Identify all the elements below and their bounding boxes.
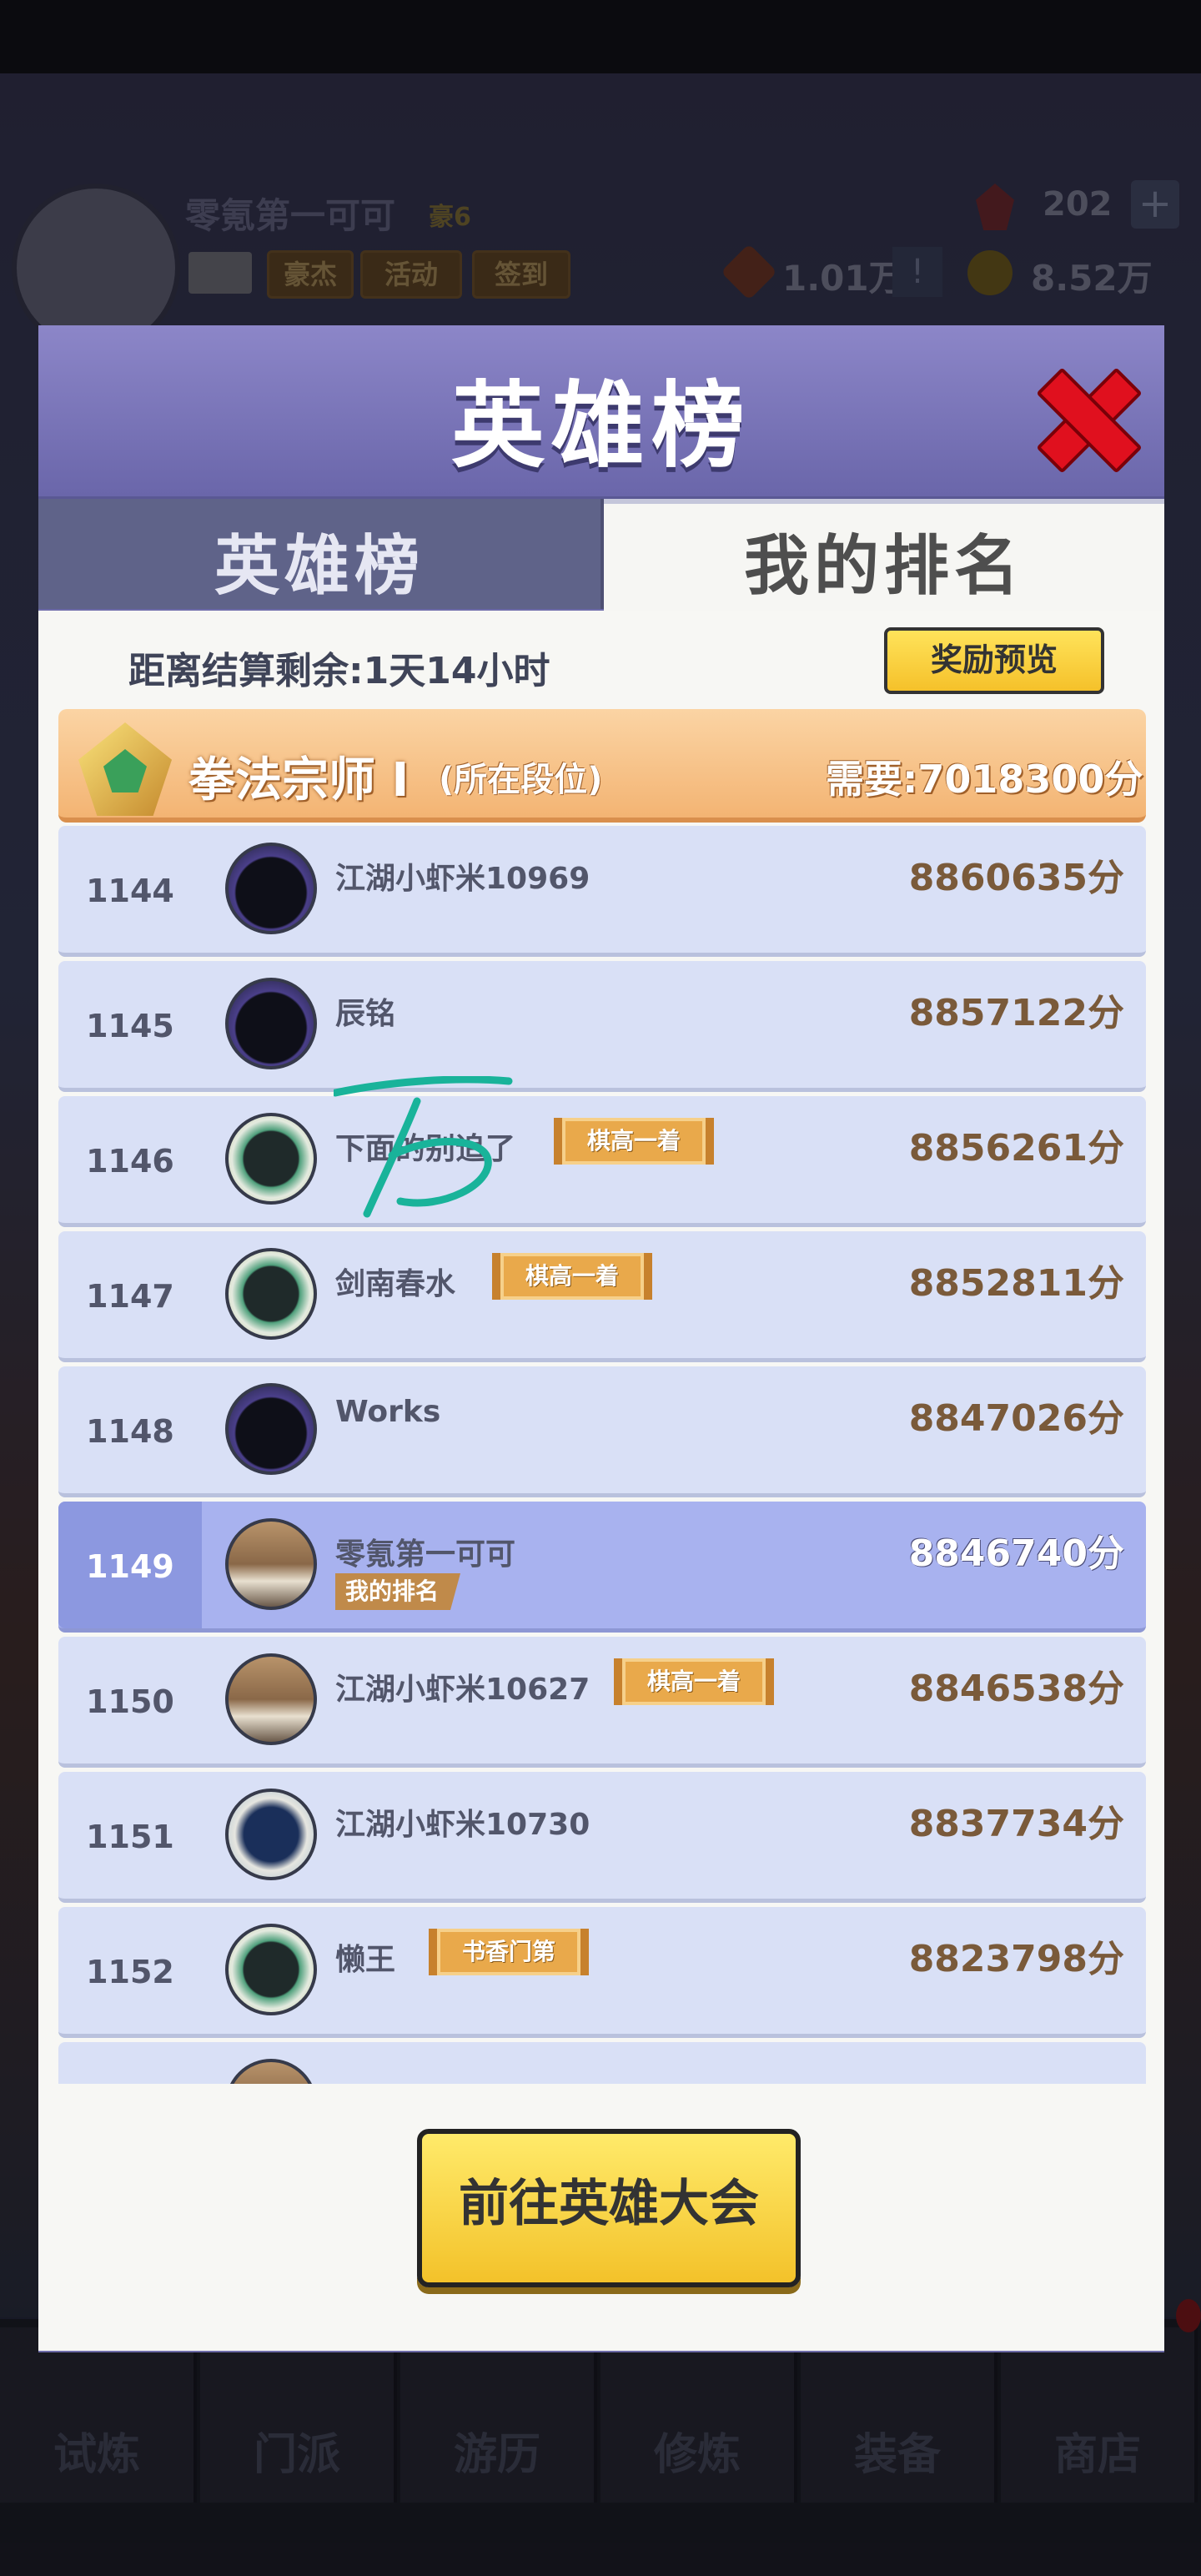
player-name: Works bbox=[335, 1395, 441, 1429]
modal-title: 英雄榜 bbox=[451, 372, 751, 480]
rank-row[interactable]: 1150 江湖小虾米10627 棋高一着 8846538分 bbox=[58, 1637, 1146, 1768]
rank-row[interactable] bbox=[58, 2042, 1146, 2084]
player-score: 8846740分 bbox=[908, 1532, 1124, 1575]
rank-cell: 1144 bbox=[58, 826, 202, 953]
go-to-hero-conference-button[interactable]: 前往英雄大会 bbox=[417, 2129, 801, 2287]
player-score: 8823798分 bbox=[908, 1938, 1124, 1980]
title-badge: 书香门第 bbox=[429, 1929, 590, 1975]
player-avatar[interactable] bbox=[225, 843, 317, 934]
tier-requirement: 需要:7018300分 bbox=[826, 757, 1143, 802]
rank-row[interactable]: 1145 辰铭 8857122分 bbox=[58, 961, 1146, 1092]
settlement-countdown: 距离结算剩余:1天14小时 bbox=[128, 650, 550, 692]
rank-row[interactable]: 1146 下面的别追了 棋高一着 8856261分 bbox=[58, 1096, 1146, 1227]
rank-cell: 1146 bbox=[58, 1096, 202, 1223]
player-name: 江湖小虾米10969 bbox=[335, 862, 590, 896]
player-avatar[interactable] bbox=[225, 978, 317, 1069]
title-badge: 棋高一着 bbox=[492, 1253, 653, 1300]
close-button[interactable] bbox=[1034, 367, 1134, 467]
my-rank-row[interactable]: 1149 零氪第一可可 我的排名 8846740分 bbox=[58, 1502, 1146, 1633]
reward-preview-button[interactable]: 奖励预览 bbox=[884, 627, 1104, 694]
rank-number: 1152 bbox=[86, 1954, 174, 1990]
rank-cell: 1145 bbox=[58, 961, 202, 1088]
player-score: 8847026分 bbox=[908, 1397, 1124, 1440]
title-badge: 棋高一着 bbox=[614, 1658, 775, 1705]
rank-row[interactable]: 1148 Works 8847026分 bbox=[58, 1366, 1146, 1497]
player-score: 8860635分 bbox=[908, 857, 1124, 899]
player-score: 8846538分 bbox=[908, 1668, 1124, 1710]
rank-cell: 1152 bbox=[58, 1907, 202, 2034]
player-avatar[interactable] bbox=[225, 1789, 317, 1880]
player-avatar[interactable] bbox=[225, 1248, 317, 1340]
rank-number: 1144 bbox=[86, 873, 174, 909]
rank-number: 1151 bbox=[86, 1819, 174, 1855]
tab-leaderboard-label: 英雄榜 bbox=[214, 529, 425, 604]
rank-number: 1147 bbox=[86, 1278, 174, 1315]
rank-list[interactable]: 1144 江湖小虾米10969 8860635分 1145 辰铭 8857122… bbox=[58, 826, 1146, 2084]
player-score: 8837734分 bbox=[908, 1803, 1124, 1845]
status-bar bbox=[0, 0, 1201, 73]
rank-number: 1145 bbox=[86, 1008, 174, 1044]
handwritten-scribble bbox=[334, 1076, 513, 1218]
rank-row[interactable]: 1144 江湖小虾米10969 8860635分 bbox=[58, 826, 1146, 957]
rank-cell: 1149 bbox=[58, 1502, 202, 1628]
player-score: 8857122分 bbox=[908, 992, 1124, 1034]
tier-note: (所在段位) bbox=[439, 761, 603, 799]
rank-cell: 1147 bbox=[58, 1231, 202, 1358]
player-score: 8852811分 bbox=[908, 1262, 1124, 1305]
rank-row[interactable]: 1151 江湖小虾米10730 8837734分 bbox=[58, 1772, 1146, 1903]
my-rank-badge: 我的排名 bbox=[335, 1573, 461, 1610]
player-name: 江湖小虾米10730 bbox=[335, 1808, 590, 1842]
player-avatar[interactable] bbox=[225, 1383, 317, 1475]
player-name: 辰铭 bbox=[335, 997, 396, 1031]
rank-row[interactable]: 1152 懒王 书香门第 8823798分 bbox=[58, 1907, 1146, 2038]
rank-cell: 1151 bbox=[58, 1772, 202, 1899]
player-name: 零氪第一可可 bbox=[335, 1537, 516, 1572]
player-avatar[interactable] bbox=[225, 2059, 317, 2084]
player-avatar[interactable] bbox=[225, 1924, 317, 2015]
rank-number: 1150 bbox=[86, 1683, 174, 1720]
player-name: 江湖小虾米10627 bbox=[335, 1673, 590, 1707]
tier-name: 拳法宗师 I bbox=[188, 753, 410, 808]
rank-number: 1146 bbox=[86, 1143, 174, 1180]
player-avatar[interactable] bbox=[225, 1518, 317, 1610]
player-name: 懒王 bbox=[335, 1943, 396, 1977]
player-name: 剑南春水 bbox=[335, 1267, 456, 1301]
player-avatar[interactable] bbox=[225, 1113, 317, 1205]
rank-cell: 1150 bbox=[58, 1637, 202, 1763]
player-avatar[interactable] bbox=[225, 1653, 317, 1745]
rank-number: 1148 bbox=[86, 1413, 174, 1450]
rank-number: 1149 bbox=[86, 1548, 174, 1585]
rank-row[interactable]: 1147 剑南春水 棋高一着 8852811分 bbox=[58, 1231, 1146, 1362]
tab-my-rank-label: 我的排名 bbox=[743, 529, 1024, 604]
title-badge: 棋高一着 bbox=[554, 1118, 715, 1165]
player-score: 8856261分 bbox=[908, 1127, 1124, 1170]
rank-cell: 1148 bbox=[58, 1366, 202, 1493]
